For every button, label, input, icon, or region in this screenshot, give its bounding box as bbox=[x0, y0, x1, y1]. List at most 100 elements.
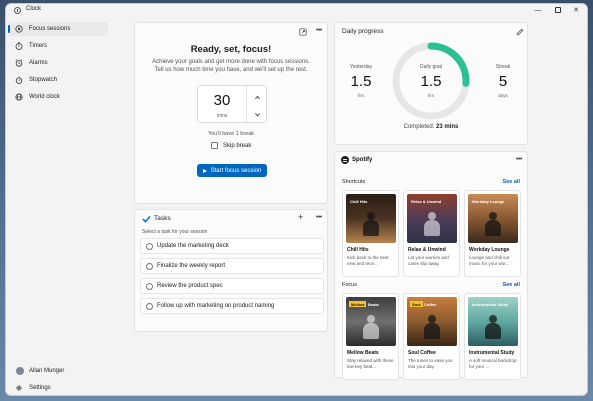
playlist-description: Kick back to the best new and rece... bbox=[347, 255, 389, 266]
task-radio[interactable] bbox=[146, 283, 153, 290]
playlist-tile-chill-hits[interactable]: Chill Hits Chill Hits Kick back to the b… bbox=[342, 190, 399, 277]
minutes-stepper[interactable]: 30 mins bbox=[197, 85, 267, 123]
playlist-tile-soul-coffee[interactable]: Soul Coffee Soul Coffee The tunes to eas… bbox=[403, 293, 460, 380]
minutes-value[interactable]: 30 bbox=[198, 92, 246, 109]
focus-see-all-link[interactable]: See all bbox=[503, 282, 520, 288]
skip-break-row[interactable]: Skip break bbox=[211, 142, 251, 149]
decrement-button[interactable] bbox=[250, 107, 264, 121]
playlist-tile-mellow-beats[interactable]: Mellow Beats Mellow Beats Stay relaxed w… bbox=[342, 293, 399, 380]
chevron-down-icon bbox=[254, 112, 260, 117]
task-radio[interactable] bbox=[146, 303, 153, 310]
artwork-figure bbox=[424, 315, 440, 339]
daily-progress-card: Daily progress Yesterday 1.5 hrs Daily g… bbox=[334, 22, 528, 145]
artwork-badge: Mellow bbox=[349, 301, 367, 307]
playlist-artwork: Mellow Beats bbox=[346, 297, 396, 346]
skip-break-label: Skip break bbox=[223, 142, 252, 149]
playlist-title: Chill Hits bbox=[347, 247, 369, 253]
daily-goal-value[interactable]: 1.5 bbox=[411, 73, 451, 90]
user-account[interactable]: Allan Munger bbox=[8, 364, 108, 378]
sidebar-item-label: Alarms bbox=[29, 60, 48, 66]
artwork-badge: Soul bbox=[410, 301, 423, 307]
playlist-description: Stay relaxed with these low-key beat... bbox=[347, 358, 394, 369]
stepper-divider bbox=[246, 86, 247, 122]
task-item[interactable]: Review the product spec bbox=[140, 278, 324, 294]
sidebar-item-focus-sessions[interactable]: Focus sessions bbox=[8, 22, 108, 36]
playlist-description: A soft musical backdrop for your ... bbox=[469, 358, 517, 369]
task-item[interactable]: Finalize the weekly report bbox=[140, 258, 324, 274]
task-text: Follow up with marketing on product nami… bbox=[157, 303, 275, 309]
gear-icon bbox=[16, 385, 22, 391]
playlist-title: Instrumental Study bbox=[469, 350, 515, 356]
minimize-icon: — bbox=[534, 6, 542, 14]
playlist-artwork: Relax & Unwind bbox=[407, 194, 457, 243]
pop-out-icon[interactable] bbox=[299, 28, 307, 36]
more-options-icon[interactable]: ••• bbox=[316, 214, 322, 221]
playlist-title: Mellow Beats bbox=[347, 350, 379, 356]
focus-description-line: Tell us how much time you have, and we'l… bbox=[154, 67, 308, 73]
yesterday-label: Yesterday bbox=[349, 64, 373, 70]
avatar bbox=[16, 367, 24, 375]
maximize-button[interactable] bbox=[549, 4, 567, 16]
focus-session-card: ••• Ready, set, focus! Achieve your goal… bbox=[134, 22, 328, 204]
artwork-figure bbox=[424, 212, 440, 236]
more-options-icon[interactable]: ••• bbox=[516, 156, 522, 163]
playlist-description: The tunes to ease you into your day. bbox=[408, 358, 453, 369]
sidebar-item-alarms[interactable]: Alarms bbox=[8, 56, 108, 70]
edit-icon[interactable] bbox=[516, 28, 524, 36]
focus-description-line: Achieve your goals and get more done wit… bbox=[152, 59, 310, 65]
sidebar-item-world-clock[interactable]: World clock bbox=[8, 90, 108, 104]
artwork-figure bbox=[485, 212, 501, 236]
playlist-artwork: Soul Coffee bbox=[407, 297, 457, 346]
sidebar-item-label: Stopwatch bbox=[29, 77, 58, 83]
focus-section-title: Focus bbox=[342, 282, 357, 288]
spotify-card: Spotify ••• Shortcuts See all Chill Hits… bbox=[334, 151, 528, 380]
sidebar-item-settings[interactable]: Settings bbox=[8, 381, 108, 395]
playlist-tile-relax-unwind[interactable]: Relax & Unwind Relax & Unwind Let your w… bbox=[403, 190, 460, 277]
play-icon bbox=[202, 168, 207, 173]
artwork-figure bbox=[363, 212, 379, 236]
start-focus-session-button[interactable]: Start focus session bbox=[197, 164, 267, 177]
playlist-description: Lounge and chill out music for your wor.… bbox=[469, 255, 510, 266]
minimize-button[interactable]: — bbox=[529, 4, 547, 16]
artwork-label: Workday Lounge bbox=[472, 199, 505, 204]
skip-break-checkbox[interactable] bbox=[211, 142, 218, 149]
task-radio[interactable] bbox=[146, 263, 153, 270]
more-options-icon[interactable]: ••• bbox=[316, 27, 322, 34]
alarm-icon bbox=[15, 59, 23, 67]
maximize-icon bbox=[555, 7, 561, 13]
streak-value: 5 bbox=[498, 73, 508, 90]
sidebar-item-stopwatch[interactable]: Stopwatch bbox=[8, 73, 108, 87]
tasks-title: Tasks bbox=[154, 215, 171, 222]
globe-icon bbox=[15, 93, 23, 101]
timer-icon bbox=[15, 42, 23, 50]
user-name: Allan Munger bbox=[29, 368, 65, 374]
playlist-title: Relax & Unwind bbox=[408, 247, 446, 253]
close-button[interactable]: ✕ bbox=[567, 4, 585, 16]
task-item[interactable]: Update the marketing deck bbox=[140, 238, 324, 254]
increment-button[interactable] bbox=[250, 90, 264, 104]
chevron-up-icon bbox=[254, 95, 260, 99]
playlist-description: Let your worries and cares slip away. bbox=[408, 255, 449, 266]
shortcuts-title: Shortcuts bbox=[342, 179, 366, 185]
shortcuts-see-all-link[interactable]: See all bbox=[503, 179, 520, 185]
tasks-card: Tasks + ••• Select a task for your sessi… bbox=[134, 209, 328, 332]
spotify-logo-icon bbox=[341, 156, 349, 164]
playlist-tile-instrumental-study[interactable]: Instrumental Study Instrumental Study A … bbox=[464, 293, 521, 380]
minutes-unit: mins bbox=[216, 113, 228, 119]
playlist-tile-workday-lounge[interactable]: Workday Lounge Workday Lounge Lounge and… bbox=[464, 190, 521, 277]
streak-label: Streak bbox=[495, 64, 511, 70]
sidebar-item-timers[interactable]: Timers bbox=[8, 39, 108, 53]
task-radio[interactable] bbox=[146, 243, 153, 250]
artwork-label: Chill Hits bbox=[350, 199, 368, 204]
sidebar-item-label: Timers bbox=[29, 43, 48, 49]
task-item[interactable]: Follow up with marketing on product nami… bbox=[140, 298, 324, 314]
tasks-subtitle: Select a task for your session bbox=[142, 229, 208, 235]
stopwatch-icon bbox=[15, 76, 23, 84]
daily-goal-label: Daily goal bbox=[420, 64, 442, 70]
add-task-icon[interactable]: + bbox=[298, 212, 303, 222]
spotify-brand: Spotify bbox=[352, 157, 373, 163]
task-text: Review the product spec bbox=[157, 283, 223, 289]
yesterday-value: 1.5 bbox=[350, 73, 372, 90]
focus-title: Ready, set, focus! bbox=[190, 44, 272, 55]
tasks-check-icon bbox=[142, 215, 151, 223]
